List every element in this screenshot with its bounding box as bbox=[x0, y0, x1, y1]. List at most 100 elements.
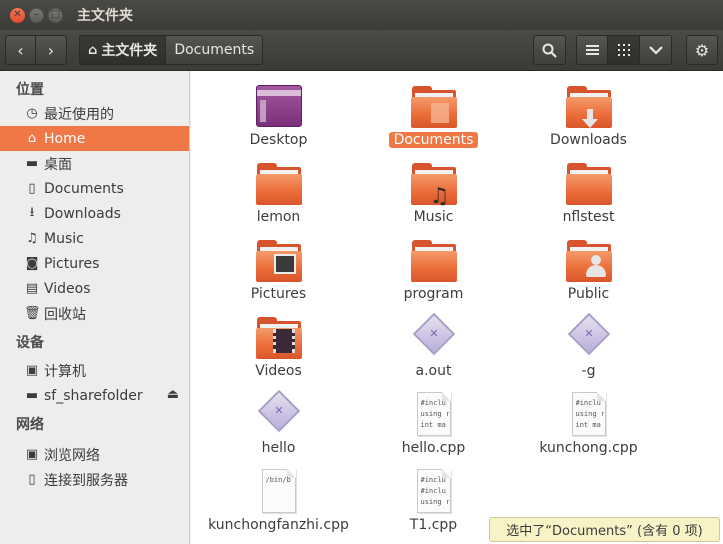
file-label: kunchongfanzhi.cpp bbox=[208, 517, 349, 533]
file-item-lemon[interactable]: lemon bbox=[201, 156, 356, 233]
film-icon: ▤ bbox=[25, 281, 39, 296]
file-label: a.out bbox=[415, 363, 452, 379]
file-label: program bbox=[403, 286, 464, 302]
sidebar-item-label: Downloads bbox=[44, 205, 121, 222]
sidebar-item-documents[interactable]: ▯ Documents bbox=[0, 176, 189, 201]
file-item-hello[interactable]: ✕ hello bbox=[201, 387, 356, 464]
file-item-t1-cpp[interactable]: #inclu #inclu using r T1.cpp bbox=[356, 464, 511, 541]
sidebar-item-recent[interactable]: ◷ 最近使用的 bbox=[0, 101, 189, 126]
file-view[interactable]: Desktop Documents Downloads lemon ♫ Musi… bbox=[191, 71, 723, 544]
list-icon bbox=[585, 45, 599, 55]
file-preview-line: #inclu bbox=[575, 399, 601, 407]
file-preview-line: using r bbox=[575, 410, 604, 418]
file-item-public[interactable]: Public bbox=[511, 233, 666, 310]
file-preview-line: int ma bbox=[420, 421, 446, 429]
file-preview-line: /bin/b bbox=[265, 476, 291, 484]
file-grid: Desktop Documents Downloads lemon ♫ Musi… bbox=[201, 79, 666, 541]
file-label: nflstest bbox=[562, 209, 615, 225]
file-item-videos[interactable]: Videos bbox=[201, 310, 356, 387]
file-label: -g bbox=[581, 363, 596, 379]
sidebar-item-label: Documents bbox=[44, 180, 124, 197]
view-options-button[interactable] bbox=[640, 35, 672, 65]
sidebar-item-label: 最近使用的 bbox=[44, 106, 114, 123]
sidebar-item-videos[interactable]: ▤ Videos bbox=[0, 276, 189, 301]
file-preview-line: using r bbox=[420, 498, 449, 506]
source-file-icon: #inclu using r int ma bbox=[410, 391, 458, 437]
server-icon: ▯ bbox=[28, 472, 36, 487]
sidebar-item-computer[interactable]: ▣ 计算机 bbox=[0, 358, 189, 383]
settings-button[interactable]: ⚙ bbox=[686, 35, 718, 65]
window-titlebar: ✕ – □ 主文件夹 bbox=[0, 0, 723, 30]
home-icon: ⌂ bbox=[27, 131, 37, 146]
file-item-g[interactable]: ✕ -g bbox=[511, 310, 666, 387]
breadcrumb-home[interactable]: ⌂ 主文件夹 bbox=[79, 35, 167, 65]
back-button[interactable]: ‹ bbox=[5, 35, 36, 65]
sidebar-item-music[interactable]: ♫ Music bbox=[0, 226, 189, 251]
search-button[interactable] bbox=[533, 35, 566, 65]
file-item-kunchongfanzhi-cpp[interactable]: /bin/b kunchongfanzhi.cpp bbox=[201, 464, 356, 541]
executable-icon: ✕ bbox=[255, 389, 303, 437]
breadcrumb: ⌂ 主文件夹 Documents bbox=[79, 35, 264, 65]
grid-view-button[interactable] bbox=[608, 35, 640, 65]
file-label: Music bbox=[413, 209, 454, 225]
grid-icon bbox=[617, 44, 630, 56]
file-preview-line: #inclu bbox=[420, 399, 446, 407]
close-window-button[interactable]: ✕ bbox=[10, 7, 25, 23]
file-item-kunchong-cpp[interactable]: #inclu using r int ma kunchong.cpp bbox=[511, 387, 666, 464]
file-item-nflstest[interactable]: nflstest bbox=[511, 156, 666, 233]
executable-icon: ✕ bbox=[410, 312, 458, 360]
public-folder-icon bbox=[565, 237, 613, 283]
folder-icon bbox=[410, 237, 458, 283]
breadcrumb-documents[interactable]: Documents bbox=[166, 35, 264, 65]
executable-icon: ✕ bbox=[565, 312, 613, 360]
eject-icon[interactable]: ⏏ bbox=[167, 387, 179, 402]
sidebar-item-pictures[interactable]: ◙ Pictures bbox=[0, 251, 189, 276]
music-folder-icon: ♫ bbox=[410, 160, 458, 209]
sidebar-item-label: Home bbox=[44, 130, 86, 147]
sidebar-item-desktop[interactable]: ▬ 桌面 bbox=[0, 151, 189, 176]
file-item-program[interactable]: program bbox=[356, 233, 511, 310]
chevron-left-icon: ‹ bbox=[17, 40, 24, 60]
document-icon: ▯ bbox=[28, 181, 36, 196]
sidebar-item-label: 回收站 bbox=[44, 306, 86, 323]
file-item-a-out[interactable]: ✕ a.out bbox=[356, 310, 511, 387]
file-item-pictures[interactable]: Pictures bbox=[201, 233, 356, 310]
maximize-window-button[interactable]: □ bbox=[48, 7, 63, 23]
file-label: Videos bbox=[255, 363, 302, 379]
status-overlay: 选中了“Documents” (含有 0 项) bbox=[489, 517, 720, 542]
camera-icon: ◙ bbox=[25, 256, 39, 271]
source-file-icon: #inclu #inclu using r bbox=[410, 468, 458, 514]
sidebar-item-browse-network[interactable]: ▣ 浏览网络 bbox=[0, 442, 189, 467]
file-item-hello-cpp[interactable]: #inclu using r int ma hello.cpp bbox=[356, 387, 511, 464]
sidebar-item-trash[interactable]: 🗑 回收站 bbox=[0, 301, 189, 326]
file-item-downloads[interactable]: Downloads bbox=[511, 79, 666, 156]
clock-icon: ◷ bbox=[26, 106, 38, 121]
downloads-folder-icon bbox=[565, 83, 613, 129]
chevron-down-icon bbox=[648, 45, 663, 55]
sidebar-item-home[interactable]: ⌂ Home bbox=[0, 126, 189, 151]
file-preview-line: #inclu bbox=[420, 476, 446, 484]
sidebar-item-label: 计算机 bbox=[44, 363, 86, 380]
file-item-documents[interactable]: Documents bbox=[356, 79, 511, 156]
file-item-music[interactable]: ♫ Music bbox=[356, 156, 511, 233]
file-item-desktop[interactable]: Desktop bbox=[201, 79, 356, 156]
videos-folder-icon bbox=[255, 314, 303, 360]
navigation-buttons: ‹ › bbox=[5, 35, 67, 65]
home-icon: ⌂ bbox=[88, 42, 98, 58]
file-label: Pictures bbox=[250, 286, 307, 302]
list-view-button[interactable] bbox=[576, 35, 608, 65]
sidebar-item-label: 连接到服务器 bbox=[44, 472, 128, 489]
minimize-window-button[interactable]: – bbox=[29, 7, 44, 23]
breadcrumb-home-label: 主文件夹 bbox=[101, 43, 158, 59]
sidebar-item-sf-sharefolder[interactable]: ▬ sf_sharefolder ⏏ bbox=[0, 383, 189, 408]
sidebar-item-connect-server[interactable]: ▯ 连接到服务器 bbox=[0, 467, 189, 492]
documents-folder-icon bbox=[410, 83, 458, 129]
file-preview-line: #inclu bbox=[420, 487, 446, 495]
file-label: kunchong.cpp bbox=[539, 440, 638, 456]
sidebar: 位置 ◷ 最近使用的 ⌂ Home ▬ 桌面 ▯ Documents ⭳ Dow… bbox=[0, 71, 190, 544]
file-preview-line: int ma bbox=[575, 421, 601, 429]
sidebar-item-downloads[interactable]: ⭳ Downloads bbox=[0, 201, 189, 226]
forward-button[interactable]: › bbox=[36, 35, 67, 65]
drive-icon: ▬ bbox=[25, 388, 39, 403]
desktop-folder-icon bbox=[255, 83, 303, 129]
